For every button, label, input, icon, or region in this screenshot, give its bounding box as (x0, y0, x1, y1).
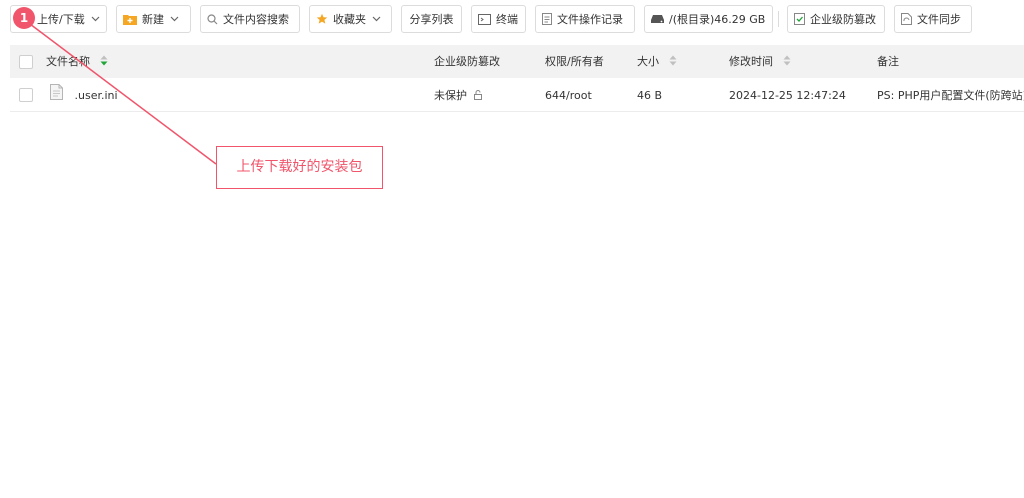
star-icon (316, 13, 328, 25)
tamper-status-cell[interactable]: 未保护 (434, 79, 483, 112)
select-all-checkbox[interactable] (19, 55, 33, 69)
file-content-search-label: 文件内容搜索 (223, 13, 289, 26)
tamper-protection-button[interactable]: 企业级防篡改 (787, 5, 885, 33)
step-number-badge: 1 (13, 7, 35, 29)
share-list-button[interactable]: 分享列表 (401, 5, 462, 33)
file-operation-log-label: 文件操作记录 (557, 13, 623, 26)
file-operation-log-button[interactable]: 文件操作记录 (535, 5, 635, 33)
file-content-search-button[interactable]: 文件内容搜索 (200, 5, 300, 33)
chevron-down-icon (91, 16, 100, 22)
favorites-label: 收藏夹 (333, 13, 366, 26)
column-header-modified[interactable]: 修改时间 (729, 45, 791, 78)
column-header-name[interactable]: 文件名称 (46, 45, 108, 78)
sort-icon (669, 46, 677, 79)
chevron-down-icon (170, 16, 179, 22)
file-sync-button[interactable]: 文件同步 (894, 5, 972, 33)
file-toolbar: 上传/下载 新建 文件内容搜索 收藏夹 分享列表 终端 文件操作记录 /(根目录… (0, 0, 1024, 40)
tamper-status: 未保护 (434, 89, 467, 102)
column-header-tamper: 企业级防篡改 (434, 55, 500, 68)
new-button[interactable]: 新建 (116, 5, 191, 33)
file-name-cell[interactable]: .user.ini (50, 79, 118, 112)
sort-icon (783, 46, 791, 79)
file-sync-label: 文件同步 (917, 13, 961, 26)
terminal-icon (478, 13, 491, 25)
annotation-callout: 上传下载好的安装包 (216, 146, 383, 189)
new-folder-icon (123, 13, 137, 25)
column-header-size[interactable]: 大小 (637, 45, 677, 78)
sort-icon (100, 46, 108, 79)
document-icon (542, 13, 552, 25)
upload-download-label: 上传/下载 (37, 13, 85, 26)
search-icon (207, 13, 218, 25)
size-cell: 46 B (637, 89, 663, 102)
chevron-down-icon (372, 16, 381, 22)
terminal-button[interactable]: 终端 (471, 5, 526, 33)
table-header: 文件名称 企业级防篡改 权限/所有者 大小 修改时间 备注 (10, 45, 1024, 78)
file-icon (50, 80, 63, 113)
column-header-note: 备注 (877, 55, 899, 68)
sync-doc-icon (901, 13, 912, 25)
permission-cell[interactable]: 644/root (545, 79, 592, 112)
unlock-icon (473, 80, 483, 113)
tamper-protection-label: 企业级防篡改 (810, 13, 876, 26)
modified-time-cell: 2024-12-25 12:47:24 (729, 89, 846, 102)
disk-root-button[interactable]: /(根目录)46.29 GB (644, 5, 773, 33)
share-list-label: 分享列表 (409, 13, 454, 26)
note-cell[interactable]: PS: PHP用户配置文件(防跨站) (877, 79, 1024, 112)
row-checkbox[interactable] (19, 88, 33, 102)
file-name: .user.ini (74, 89, 118, 102)
column-header-permission: 权限/所有者 (545, 55, 604, 68)
favorites-button[interactable]: 收藏夹 (309, 5, 392, 33)
table-row[interactable]: .user.ini 未保护 644/root 46 B 2024-12-25 1… (10, 79, 1024, 112)
toolbar-divider (778, 11, 779, 27)
shield-doc-icon (794, 13, 805, 25)
terminal-label: 终端 (496, 13, 518, 26)
hard-disk-icon (651, 14, 664, 24)
new-label: 新建 (142, 13, 164, 26)
disk-root-label: /(根目录)46.29 GB (669, 13, 766, 26)
